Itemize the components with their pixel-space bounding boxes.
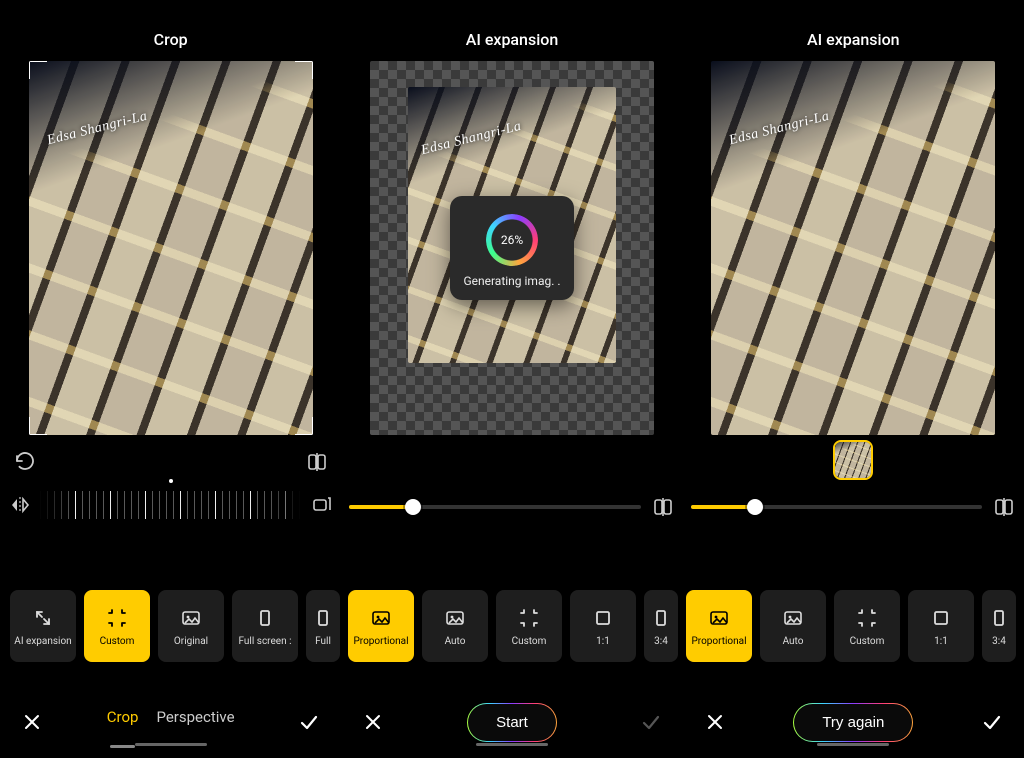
rotate-icon[interactable] <box>12 450 36 474</box>
crop-tabs: Crop Perspective <box>107 708 235 736</box>
rotation-ruler[interactable] <box>8 485 333 525</box>
preset-auto[interactable]: Auto <box>760 590 826 662</box>
preset-3-4[interactable]: 3:4 <box>644 590 678 662</box>
progress-percent: 26% <box>486 214 538 266</box>
expansion-canvas[interactable]: Edsa Shangri-La 26% Generating imag. . <box>370 61 654 435</box>
result-thumbnails <box>683 441 1024 479</box>
cancel-button[interactable] <box>14 704 50 740</box>
start-button[interactable]: Start <box>467 703 557 742</box>
home-indicator <box>817 743 889 746</box>
preset-3-4[interactable]: 3:4 <box>982 590 1016 662</box>
preset-1-1[interactable]: 1:1 <box>570 590 636 662</box>
try-again-button[interactable]: Try again <box>793 703 913 742</box>
preview-region: Edsa Shangri-La 26% Generating imag. . <box>341 61 682 435</box>
compare-icon[interactable] <box>651 495 675 519</box>
progress-spinner: 26% <box>486 214 538 266</box>
tab-crop[interactable]: Crop <box>107 708 139 736</box>
generating-overlay: 26% Generating imag. . <box>450 196 574 300</box>
compare-icon[interactable] <box>305 450 329 474</box>
preview-region: Edsa Shangri-La <box>0 61 341 435</box>
panel-title: AI expansion <box>341 30 682 49</box>
preset-full-screen[interactable]: Full screen : <box>232 590 298 662</box>
preset-custom[interactable]: Custom <box>84 590 150 662</box>
preset-custom[interactable]: Custom <box>834 590 900 662</box>
preset-ai-expansion[interactable]: AI expansion <box>10 590 76 662</box>
panel-title: Crop <box>0 30 341 49</box>
preset-1-1[interactable]: 1:1 <box>908 590 974 662</box>
result-preview[interactable]: Edsa Shangri-La <box>711 61 995 435</box>
progress-status: Generating imag. . <box>458 274 566 288</box>
preset-proportional[interactable]: Proportional <box>686 590 752 662</box>
home-indicator <box>476 743 548 746</box>
confirm-button <box>633 704 669 740</box>
compare-icon[interactable] <box>992 495 1016 519</box>
crop-preview[interactable]: Edsa Shangri-La <box>29 61 313 435</box>
expansion-slider-thumb[interactable] <box>747 499 763 515</box>
preset-auto[interactable]: Auto <box>422 590 488 662</box>
preset-full[interactable]: Full <box>306 590 340 662</box>
preview-region: Edsa Shangri-La <box>683 61 1024 435</box>
preset-original[interactable]: Original <box>158 590 224 662</box>
crop-handle-tl[interactable] <box>29 61 47 79</box>
flip-horizontal-icon[interactable] <box>8 493 32 517</box>
panel-title: AI expansion <box>683 30 1024 49</box>
result-thumbnail[interactable] <box>835 442 871 478</box>
confirm-button[interactable] <box>974 704 1010 740</box>
expansion-slider[interactable] <box>349 505 640 509</box>
bottom-bar: Crop Perspective Start Try again <box>0 674 1024 758</box>
aspect-copy-icon[interactable] <box>309 493 333 517</box>
confirm-button[interactable] <box>291 704 327 740</box>
expansion-slider[interactable] <box>691 505 982 509</box>
preset-row[interactable]: AI expansion Custom Original Full screen… <box>0 582 1024 670</box>
crop-handle-bl[interactable] <box>29 417 47 435</box>
cancel-button[interactable] <box>697 704 733 740</box>
cancel-button[interactable] <box>355 704 391 740</box>
preset-proportional[interactable]: Proportional <box>348 590 414 662</box>
expansion-slider-thumb[interactable] <box>405 499 421 515</box>
tab-perspective[interactable]: Perspective <box>156 708 234 736</box>
crop-handle-br[interactable] <box>295 417 313 435</box>
crop-handle-tr[interactable] <box>295 61 313 79</box>
preset-custom[interactable]: Custom <box>496 590 562 662</box>
home-indicator <box>135 743 207 746</box>
